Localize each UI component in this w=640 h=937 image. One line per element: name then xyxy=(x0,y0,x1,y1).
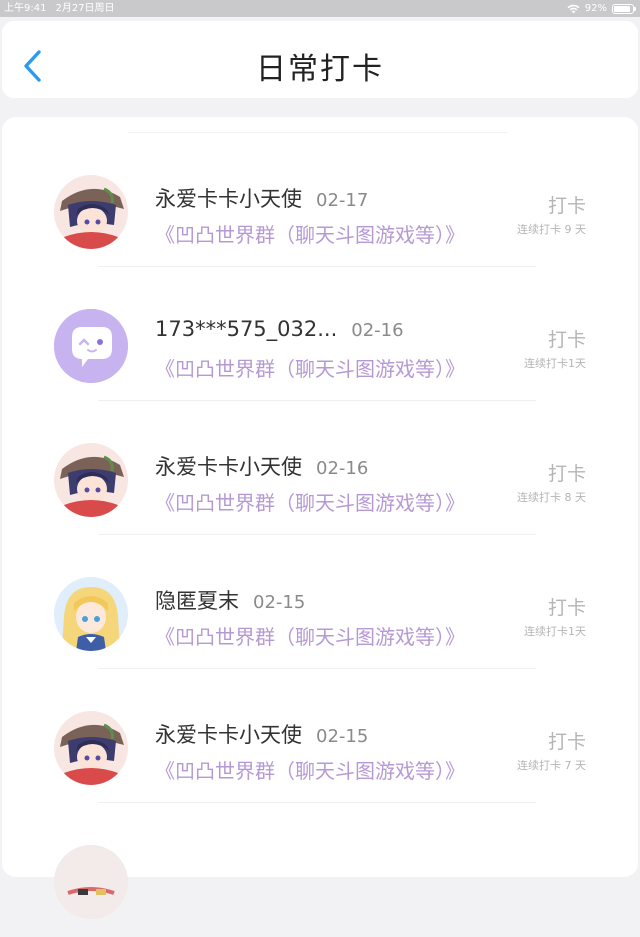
status-bar-right: 92% xyxy=(567,0,636,17)
checkin-date: 02-16 xyxy=(316,458,369,479)
name-line: 永爱卡卡小天使 02-16 xyxy=(155,451,368,481)
username: 隐匿夏末 xyxy=(155,589,239,613)
checkin-date: 02-16 xyxy=(351,320,404,341)
list-item[interactable]: 173***575_032... 02-16 《凹凸世界群（聊天斗图游戏等）》 打… xyxy=(2,267,638,401)
anime-boy-avatar[interactable] xyxy=(54,175,128,249)
checkin-button[interactable]: 打卡 xyxy=(548,459,586,486)
username: 173***575_032... xyxy=(155,317,338,341)
nav-header: 日常打卡 xyxy=(2,21,638,98)
checkin-list: 永爱卡卡小天使 02-17 《凹凸世界群（聊天斗图游戏等）》 打卡 连续打卡 9 … xyxy=(2,117,638,919)
checkin-button[interactable]: 打卡 xyxy=(548,593,586,620)
list-item[interactable]: 永爱卡卡小天使 02-15 《凹凸世界群（聊天斗图游戏等）》 打卡 连续打卡 7 … xyxy=(2,669,638,803)
anime-boy-avatar[interactable] xyxy=(54,711,128,785)
checkin-button[interactable]: 打卡 xyxy=(548,727,586,754)
checkin-date: 02-15 xyxy=(253,592,306,613)
battery-percent: 92% xyxy=(584,3,607,14)
anime-boy-avatar[interactable] xyxy=(54,443,128,517)
checkin-button[interactable]: 打卡 xyxy=(548,191,586,218)
list-item[interactable]: 隐匿夏末 02-15 《凹凸世界群（聊天斗图游戏等）》 打卡 连续打卡1天 xyxy=(2,535,638,669)
checkin-button[interactable]: 打卡 xyxy=(548,325,586,352)
group-name[interactable]: 《凹凸世界群（聊天斗图游戏等）》 xyxy=(155,353,465,382)
list-item[interactable] xyxy=(2,803,638,937)
page-title: 日常打卡 xyxy=(256,52,384,87)
group-name[interactable]: 《凹凸世界群（聊天斗图游戏等）》 xyxy=(155,755,465,784)
username: 永爱卡卡小天使 xyxy=(155,723,302,747)
chat-bubble-avatar[interactable] xyxy=(54,309,128,383)
checkin-date: 02-15 xyxy=(316,726,369,747)
checkin-date: 02-17 xyxy=(316,190,369,211)
wifi-icon xyxy=(567,4,580,13)
streak-count: 连续打卡1天 xyxy=(524,625,586,638)
group-name[interactable]: 《凹凸世界群（聊天斗图游戏等）》 xyxy=(155,487,465,516)
streak-count: 连续打卡 9 天 xyxy=(517,223,586,236)
streak-count: 连续打卡1天 xyxy=(524,357,586,370)
status-bar-left: 上午9:41 2月27日周日 xyxy=(4,0,124,17)
anime-girl-avatar[interactable] xyxy=(54,577,128,651)
group-name[interactable]: 《凹凸世界群（聊天斗图游戏等）》 xyxy=(155,621,465,650)
status-date: 2月27日周日 xyxy=(55,3,115,14)
list-item[interactable]: 永爱卡卡小天使 02-17 《凹凸世界群（聊天斗图游戏等）》 打卡 连续打卡 9 … xyxy=(2,133,638,267)
status-time: 上午9:41 xyxy=(4,3,47,14)
battery-level xyxy=(614,5,631,12)
name-line: 173***575_032... 02-16 xyxy=(155,317,404,341)
status-bar: 上午9:41 2月27日周日 92% xyxy=(0,0,640,17)
streak-count: 连续打卡 8 天 xyxy=(517,491,586,504)
name-line: 永爱卡卡小天使 02-15 xyxy=(155,719,368,749)
name-line: 永爱卡卡小天使 02-17 xyxy=(155,183,368,213)
battery-icon xyxy=(612,3,636,14)
name-line: 隐匿夏末 02-15 xyxy=(155,585,305,615)
avatar[interactable] xyxy=(54,845,128,919)
streak-count: 连续打卡 7 天 xyxy=(517,759,586,772)
username: 永爱卡卡小天使 xyxy=(155,187,302,211)
list-item[interactable]: 永爱卡卡小天使 02-16 《凹凸世界群（聊天斗图游戏等）》 打卡 连续打卡 8 … xyxy=(2,401,638,535)
username: 永爱卡卡小天使 xyxy=(155,455,302,479)
group-name[interactable]: 《凹凸世界群（聊天斗图游戏等）》 xyxy=(155,219,465,248)
